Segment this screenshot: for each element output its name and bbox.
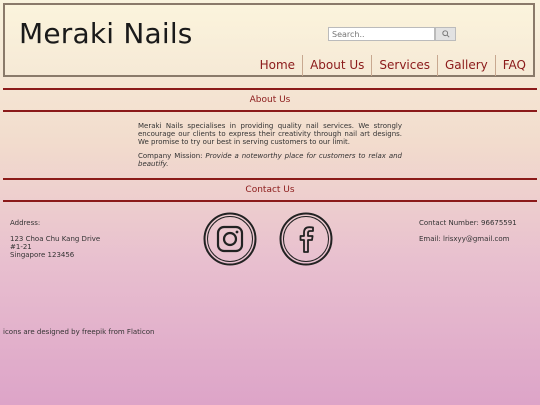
nav-about-us[interactable]: About Us — [302, 55, 371, 76]
site-logo[interactable]: Meraki Nails — [19, 17, 193, 50]
contact-section-title: Contact Us — [3, 178, 537, 202]
contact-details: Contact Number: 96675591 Email: lrisxyy@… — [419, 219, 517, 243]
search-button[interactable] — [435, 27, 456, 41]
address-line-2: #1-21 — [10, 243, 32, 251]
icon-credits: icons are designed by freepik from Flati… — [3, 328, 155, 336]
address-label: Address: — [10, 219, 41, 227]
nav-home[interactable]: Home — [253, 55, 302, 76]
about-paragraph: Meraki Nails specialises in providing qu… — [138, 122, 402, 146]
nav-services[interactable]: Services — [371, 55, 437, 76]
search-input[interactable] — [328, 27, 435, 41]
nav-gallery[interactable]: Gallery — [437, 55, 495, 76]
nav-faq[interactable]: FAQ — [494, 55, 533, 76]
main-nav: Home About Us Services Gallery FAQ — [253, 55, 533, 76]
facebook-icon — [279, 212, 333, 266]
mission-label: Company Mission: — [138, 152, 206, 160]
instagram-link[interactable] — [203, 212, 257, 266]
about-section-title: About Us — [3, 88, 537, 112]
site-header: Meraki Nails Home About Us Services Gall… — [3, 3, 535, 77]
contact-number: Contact Number: 96675591 — [419, 219, 517, 227]
address-block: Address: 123 Choa Chu Kang Drive #1-21 S… — [10, 219, 100, 259]
facebook-link[interactable] — [279, 212, 333, 266]
address-line-1: 123 Choa Chu Kang Drive — [10, 235, 101, 243]
about-content: Meraki Nails specialises in providing qu… — [138, 122, 402, 174]
address-line-3: Singapore 123456 — [10, 251, 75, 259]
search-icon — [441, 30, 450, 38]
company-mission: Company Mission: Provide a noteworthy pl… — [138, 152, 402, 168]
contact-email[interactable]: Email: lrisxyy@gmail.com — [419, 235, 517, 243]
instagram-icon — [203, 212, 257, 266]
